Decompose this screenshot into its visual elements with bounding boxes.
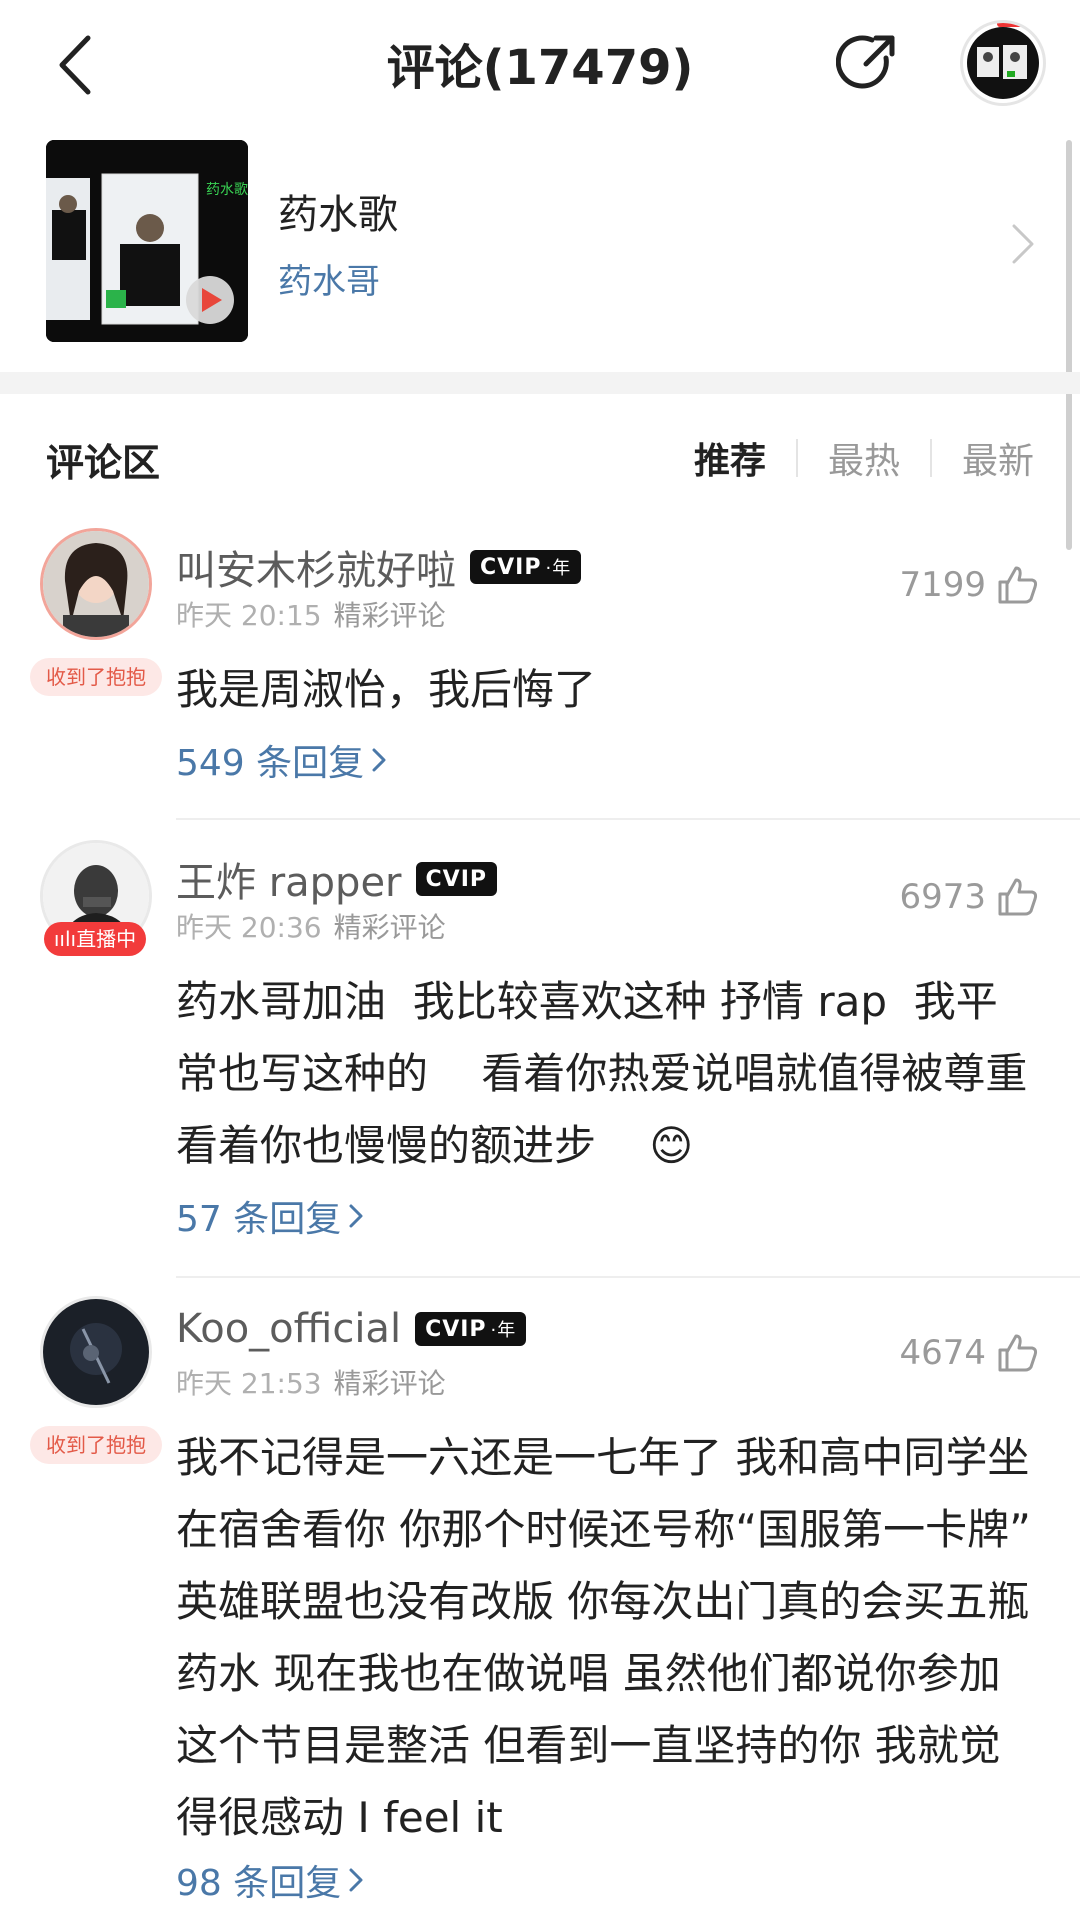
like-button[interactable]: 6973 [899, 874, 1040, 920]
like-button[interactable]: 4674 [899, 1330, 1040, 1376]
vip-badge: CVIP ·年 [415, 1312, 527, 1346]
vip-year: ·年 [545, 558, 572, 579]
vip-badge: CVIP ·年 [470, 550, 582, 584]
reply-count: 98 条回复 [176, 1863, 342, 1904]
user-avatar-image [43, 1299, 149, 1405]
comment-item: ıılı直播中 王炸 rapper CVIP 昨天 20:36 精彩评论 6973… [0, 840, 1080, 1278]
share-icon [835, 35, 895, 89]
live-bars-icon: ıılı [53, 927, 77, 951]
comment-meta: 昨天 20:36 精彩评论 [176, 906, 446, 946]
thumbs-up-icon [998, 878, 1038, 916]
hug-badge: 收到了抱抱 [30, 658, 162, 696]
vip-year: ·年 [490, 1320, 517, 1341]
reply-count: 549 条回复 [176, 743, 365, 784]
album-cover: 药水歌 [46, 140, 248, 342]
live-badge[interactable]: ıılı直播中 [44, 922, 146, 956]
comment-text: 我是周淑怡，我后悔了 [176, 665, 597, 714]
reply-count: 57 条回复 [176, 1199, 342, 1240]
comment-item: 收到了抱抱 Koo_official CVIP ·年 昨天 21:53 精彩评论 4… [0, 1296, 1080, 1908]
live-badge-label: 直播中 [76, 927, 137, 951]
comment-divider [176, 1276, 1080, 1278]
chevron-right-icon [349, 1868, 363, 1892]
share-button[interactable] [835, 30, 902, 96]
sort-tabs: 推荐 最热 最新 [694, 432, 1034, 484]
user-avatar-image [43, 531, 149, 637]
comment-meta: 昨天 20:15 精彩评论 [176, 594, 446, 634]
comment-text: 药水哥加油 我比较喜欢这种 抒情 rap 我平常也写这种的 看着你热爱说唱就值得… [176, 977, 1068, 1170]
vip-label: CVIP [425, 1316, 487, 1342]
like-count: 4674 [899, 1333, 986, 1373]
tab-divider [929, 439, 932, 477]
chevron-right-icon [1012, 224, 1034, 264]
comment-time: 昨天 21:53 [176, 1367, 322, 1400]
like-count: 7199 [899, 565, 986, 605]
featured-tag: 精彩评论 [333, 911, 446, 944]
album-thumbnail-icon [967, 27, 1039, 99]
tab-divider [795, 439, 798, 477]
thumbs-up-icon [998, 566, 1038, 604]
like-count: 6973 [899, 877, 986, 917]
username-row: Koo_official CVIP ·年 [176, 1306, 527, 1352]
vip-badge: CVIP [415, 862, 497, 896]
username[interactable]: Koo_official [176, 1306, 401, 1352]
hug-badge: 收到了抱抱 [30, 1426, 162, 1464]
comment-text: 我不记得是一六还是一七年了 我和高中同学坐在宿舍看你 你那个时候还号称“国服第一… [176, 1433, 1045, 1842]
tab-newest[interactable]: 最新 [962, 432, 1034, 484]
replies-link[interactable]: 549 条回复 [176, 734, 388, 786]
song-title: 药水歌 [278, 192, 398, 238]
comment-time: 昨天 20:36 [176, 911, 322, 944]
album-art-image: 药水歌 [46, 140, 248, 342]
avatar[interactable] [40, 528, 152, 640]
tab-hottest[interactable]: 最热 [828, 432, 900, 484]
featured-tag: 精彩评论 [333, 1367, 446, 1400]
username[interactable]: 叫安木杉就好啦 [176, 538, 456, 596]
vip-label: CVIP [425, 866, 487, 892]
chevron-right-icon [349, 1204, 363, 1228]
chevron-right-icon [372, 748, 386, 772]
comments-section-header: 评论区 推荐 最热 最新 [0, 420, 1080, 490]
page-title: 评论(17479) [386, 40, 694, 96]
featured-tag: 精彩评论 [333, 599, 446, 632]
avatar[interactable] [40, 1296, 152, 1408]
section-divider [0, 372, 1080, 394]
artist-link[interactable]: 药水哥 [278, 254, 380, 303]
vip-label: CVIP [480, 554, 542, 580]
card-arrow[interactable] [1006, 220, 1040, 268]
username[interactable]: 王炸 rapper [176, 850, 402, 908]
song-card[interactable]: 药水歌 药水歌 药水哥 [0, 140, 1080, 360]
comment-meta: 昨天 21:53 精彩评论 [176, 1362, 446, 1402]
svg-text:药水歌: 药水歌 [206, 182, 248, 198]
thumbs-up-icon [998, 1334, 1038, 1372]
replies-link[interactable]: 57 条回复 [176, 1190, 365, 1242]
comment-item: 收到了抱抱 叫安木杉就好啦 CVIP ·年 昨天 20:15 精彩评论 7199 我… [0, 528, 1080, 820]
section-title: 评论区 [46, 441, 161, 485]
replies-link[interactable]: 98 条回复 [176, 1854, 365, 1906]
comment-time: 昨天 20:15 [176, 599, 322, 632]
now-playing-avatar[interactable] [960, 20, 1046, 106]
comment-divider [176, 818, 1080, 820]
like-button[interactable]: 7199 [899, 562, 1040, 608]
playing-indicator [997, 23, 1023, 27]
top-bar: 评论(17479) [0, 0, 1080, 130]
username-row: 叫安木杉就好啦 CVIP ·年 [176, 538, 582, 596]
tab-recommended[interactable]: 推荐 [694, 432, 766, 484]
username-row: 王炸 rapper CVIP [176, 850, 497, 908]
